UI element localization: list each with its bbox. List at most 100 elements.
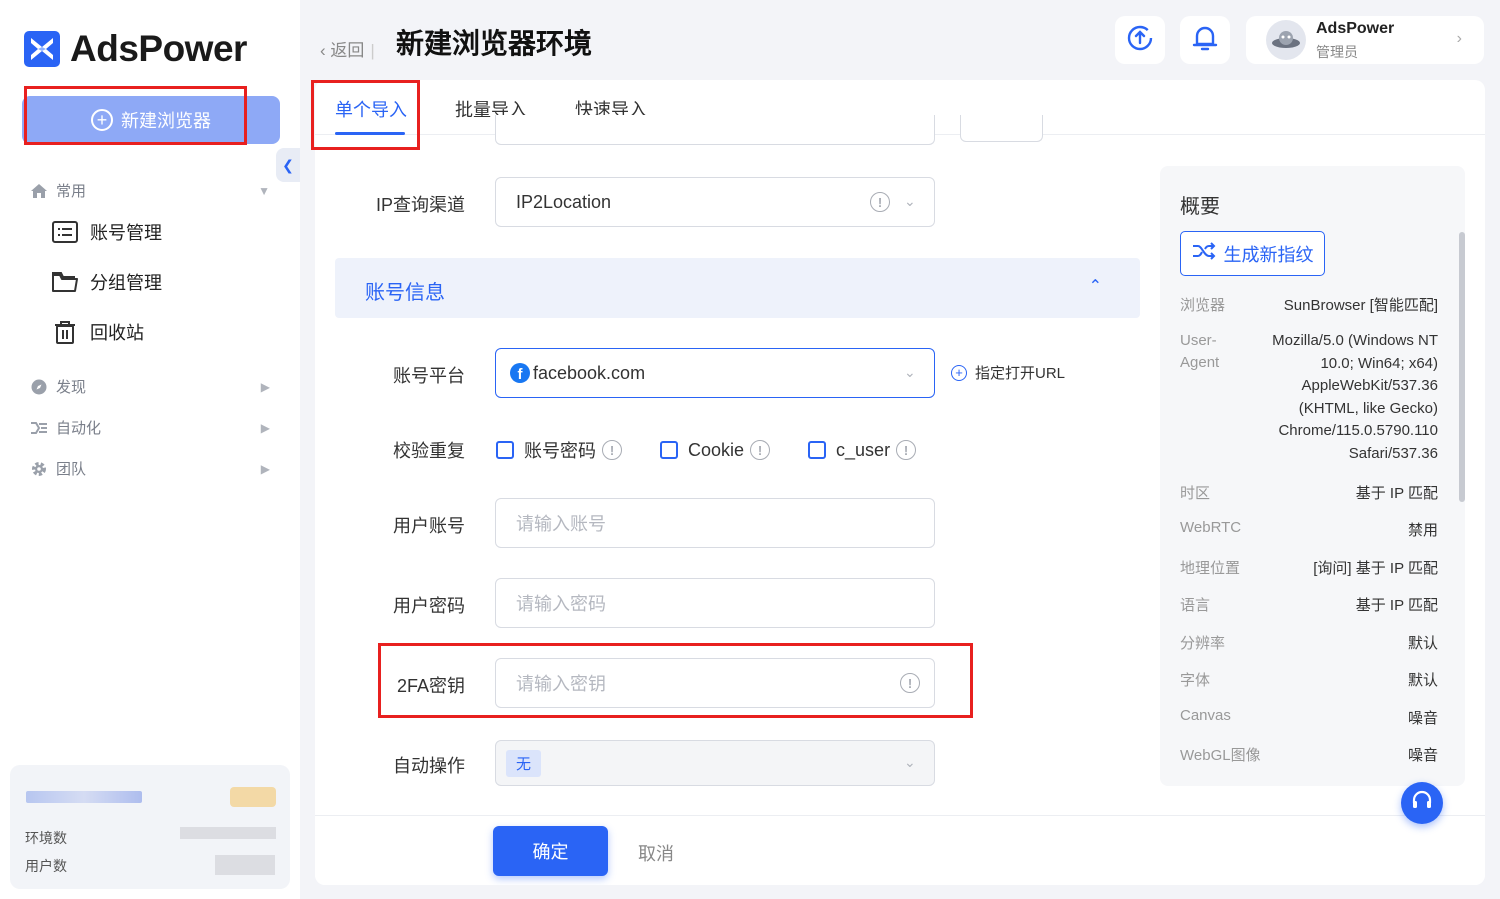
confirm-button[interactable]: 确定 bbox=[493, 826, 608, 876]
password-label: 用户密码 bbox=[393, 596, 465, 616]
ip-channel-select[interactable]: IP2Location ! ⌄ bbox=[495, 177, 935, 227]
checkbox[interactable] bbox=[660, 441, 678, 459]
summary-key: WebGL图像 bbox=[1180, 747, 1261, 764]
summary-value: 默认 bbox=[1407, 635, 1438, 652]
bell-icon bbox=[1192, 24, 1218, 57]
summary-key: 字体 bbox=[1180, 672, 1211, 689]
account-label: 用户账号 bbox=[393, 516, 465, 536]
summary-value: 禁用 bbox=[1407, 522, 1438, 539]
app-logo[interactable]: AdsPower bbox=[24, 28, 247, 70]
auto-action-tag: 无 bbox=[506, 749, 542, 777]
sidebar-item-accounts[interactable]: 账号管理 bbox=[52, 219, 162, 245]
chevron-down-icon: ⌄ bbox=[904, 193, 916, 209]
previous-field-input[interactable] bbox=[495, 115, 935, 145]
ip-channel-value: IP2Location bbox=[516, 191, 612, 212]
nav-group-common[interactable]: 常用 ▼ bbox=[30, 180, 270, 201]
dedupe-option-cookie[interactable]: Cookie ! bbox=[660, 439, 771, 461]
info-icon[interactable]: ! bbox=[870, 192, 890, 212]
summary-key: WebRTC bbox=[1180, 519, 1242, 536]
chevron-right-icon: › bbox=[1456, 30, 1462, 47]
account-input[interactable]: 请输入账号 bbox=[495, 498, 935, 548]
highlight-2fa-field bbox=[378, 643, 973, 718]
plan-stats-card: 环境数 用户数 bbox=[10, 765, 290, 889]
automation-icon bbox=[30, 419, 48, 437]
caret-right-icon: ▶ bbox=[260, 461, 270, 476]
avatar bbox=[1266, 20, 1306, 60]
highlight-new-browser bbox=[24, 86, 247, 145]
option-label: 账号密码 bbox=[524, 441, 596, 461]
headset-icon bbox=[1410, 789, 1434, 818]
sidebar-item-trash[interactable]: 回收站 bbox=[52, 319, 144, 345]
trash-icon bbox=[52, 319, 78, 345]
dedupe-option-c-user[interactable]: c_user ! bbox=[808, 439, 917, 461]
shuffle-icon bbox=[1192, 242, 1216, 265]
platform-select[interactable]: f facebook.com ⌄ bbox=[495, 348, 935, 398]
customer-support-button[interactable] bbox=[1401, 782, 1443, 824]
summary-key: 地理位置 bbox=[1180, 560, 1241, 577]
info-icon[interactable]: ! bbox=[896, 440, 917, 460]
page-title: 新建浏览器环境 bbox=[396, 28, 593, 59]
dedupe-options: 账号密码 ! Cookie ! c_user ! bbox=[496, 437, 954, 463]
dedupe-option-account-password[interactable]: 账号密码 ! bbox=[496, 437, 622, 463]
nav-group-label: 发现 bbox=[56, 379, 87, 396]
nav-group-automation[interactable]: 自动化 ▶ bbox=[30, 417, 270, 438]
user-name: AdsPower bbox=[1316, 20, 1395, 37]
folder-icon bbox=[52, 269, 78, 295]
previous-field-button[interactable] bbox=[960, 115, 1043, 142]
account-info-section[interactable]: 账号信息 ⌃ bbox=[335, 258, 1140, 318]
generate-fingerprint-button[interactable]: 生成新指纹 bbox=[1180, 231, 1325, 276]
summary-value: 噪音 bbox=[1407, 747, 1438, 764]
auto-action-select[interactable]: 无 ⌄ bbox=[495, 740, 935, 786]
account-placeholder: 请输入账号 bbox=[516, 514, 606, 534]
platform-label: 账号平台 bbox=[393, 366, 465, 386]
facebook-icon: f bbox=[510, 363, 530, 383]
dedupe-label: 校验重复 bbox=[393, 441, 465, 461]
compass-icon bbox=[30, 378, 48, 396]
password-placeholder: 请输入密码 bbox=[516, 594, 606, 614]
back-link[interactable]: ‹ 返回 | bbox=[320, 36, 375, 61]
divider: | bbox=[370, 41, 375, 60]
section-title: 账号信息 bbox=[365, 282, 445, 304]
blurred-user-count bbox=[215, 855, 275, 875]
notifications-button[interactable] bbox=[1180, 16, 1230, 64]
collapse-sidebar-button[interactable]: ❮ bbox=[276, 148, 300, 182]
caret-down-icon: ▼ bbox=[258, 183, 270, 198]
sync-upload-icon bbox=[1126, 24, 1154, 57]
summary-key: 语言 bbox=[1180, 597, 1211, 614]
summary-key: 时区 bbox=[1180, 485, 1211, 502]
summary-value: 基于 IP 匹配 bbox=[1355, 597, 1438, 614]
open-url-label: 指定打开URL bbox=[975, 365, 1066, 382]
auto-action-label: 自动操作 bbox=[393, 756, 465, 776]
summary-scrollbar[interactable] bbox=[1459, 232, 1465, 502]
option-label: Cookie bbox=[688, 439, 745, 460]
sidebar: AdsPower + 新建浏览器 ❮ 常用 ▼ 账号管理 分组管理 回收站 发现… bbox=[0, 0, 300, 899]
home-icon bbox=[30, 182, 48, 200]
nav-group-discover[interactable]: 发现 ▶ bbox=[30, 376, 270, 397]
blurred-plan-name bbox=[26, 791, 142, 803]
password-input[interactable]: 请输入密码 bbox=[495, 578, 935, 628]
sidebar-item-label: 分组管理 bbox=[90, 273, 162, 293]
user-menu[interactable]: AdsPower 管理员 › bbox=[1246, 16, 1484, 64]
summary-value: SunBrowser [智能匹配] bbox=[1283, 297, 1438, 314]
summary-key: Canvas bbox=[1180, 707, 1231, 724]
summary-value: 默认 bbox=[1407, 672, 1438, 689]
nav-group-label: 常用 bbox=[56, 183, 87, 200]
summary-panel: 概要 生成新指纹 浏览器 SunBrowser [智能匹配] User-Agen… bbox=[1160, 166, 1465, 786]
nav-group-team[interactable]: 团队 ▶ bbox=[30, 458, 270, 479]
blurred-renew-badge[interactable] bbox=[230, 787, 276, 807]
caret-right-icon: ▶ bbox=[260, 379, 270, 394]
sidebar-item-groups[interactable]: 分组管理 bbox=[52, 269, 162, 295]
specify-open-url-link[interactable]: + 指定打开URL bbox=[951, 362, 1065, 383]
checkbox[interactable] bbox=[808, 441, 827, 459]
option-label: c_user bbox=[836, 439, 891, 460]
back-label: 返回 bbox=[330, 41, 365, 60]
checkbox[interactable] bbox=[496, 441, 514, 459]
highlight-single-import-tab bbox=[311, 80, 420, 150]
cancel-button[interactable]: 取消 bbox=[638, 840, 674, 866]
info-icon[interactable]: ! bbox=[602, 440, 622, 460]
info-icon[interactable]: ! bbox=[750, 440, 771, 460]
sync-button[interactable] bbox=[1115, 16, 1165, 64]
summary-key: 浏览器 bbox=[1180, 297, 1226, 314]
blurred-env-count bbox=[180, 827, 276, 839]
plus-circle-icon: + bbox=[951, 364, 967, 381]
